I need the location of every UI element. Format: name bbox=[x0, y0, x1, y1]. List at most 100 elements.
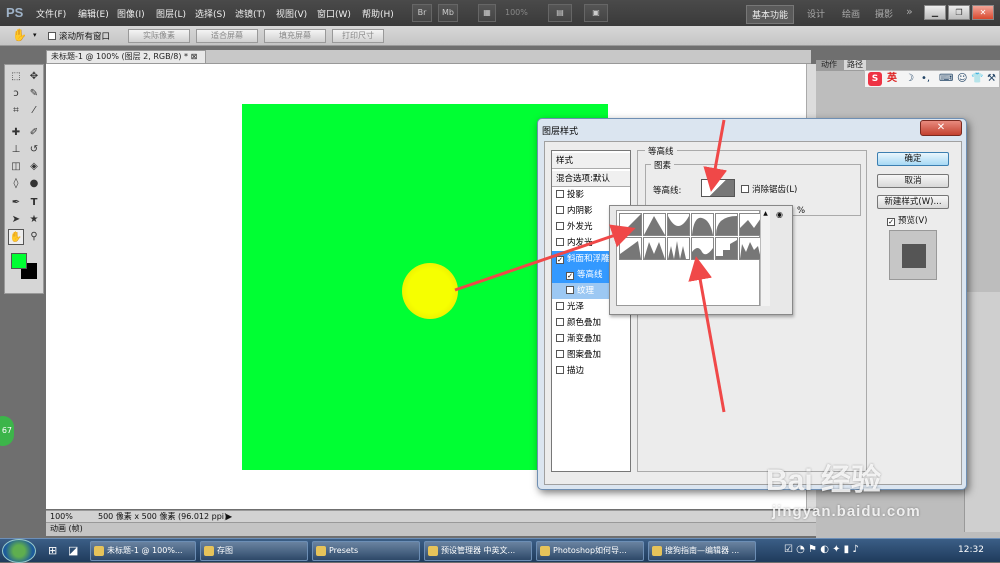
checkbox-icon[interactable] bbox=[556, 302, 564, 310]
menu-edit[interactable]: 编辑(E) bbox=[78, 7, 109, 20]
minimize-icon[interactable]: ▁ bbox=[924, 5, 946, 20]
arrange-docs-icon[interactable]: ▤ bbox=[548, 4, 572, 22]
contour-deep-icon[interactable] bbox=[691, 213, 714, 236]
eyedropper-icon[interactable]: ⁄ bbox=[26, 103, 42, 119]
play-icon[interactable]: ▶ bbox=[226, 511, 232, 522]
document-tab[interactable]: 未标题-1 @ 100% (图层 2, RGB/8) * ⊠ bbox=[46, 50, 206, 64]
style-item-color-overlay[interactable]: 颜色叠加 bbox=[552, 315, 630, 331]
blur-tool-icon[interactable]: ◊ bbox=[8, 176, 24, 192]
close-icon[interactable]: ✕ bbox=[972, 5, 994, 20]
taskbar-item-photoshop[interactable]: 未标题-1 @ 100%... bbox=[90, 541, 196, 561]
hand-tool-icon[interactable]: ✋ bbox=[8, 229, 24, 245]
contour-steps-icon[interactable] bbox=[715, 237, 738, 260]
checkbox-checked-icon[interactable]: ✓ bbox=[556, 256, 564, 264]
workspace-basic[interactable]: 基本功能 bbox=[746, 5, 795, 24]
contour-cove-icon[interactable] bbox=[667, 213, 690, 236]
style-item-drop-shadow[interactable]: 投影 bbox=[552, 187, 630, 203]
chevron-down-icon[interactable]: ▾ bbox=[33, 31, 37, 39]
checkbox-icon[interactable] bbox=[556, 222, 564, 230]
taskbar-item-editor[interactable]: 搜狗指南—编辑器 ... bbox=[648, 541, 756, 561]
checkbox-icon[interactable] bbox=[556, 334, 564, 342]
menu-image[interactable]: 图像(I) bbox=[117, 7, 145, 20]
dodge-tool-icon[interactable]: ● bbox=[26, 176, 42, 192]
bridge-icon[interactable]: Br bbox=[412, 4, 432, 22]
checkbox-checked-icon[interactable]: ✓ bbox=[566, 272, 574, 280]
taskbar-item-browser[interactable]: Photoshop如何导... bbox=[536, 541, 644, 561]
type-tool-icon[interactable]: T bbox=[26, 195, 42, 211]
status-zoom[interactable]: 100% bbox=[50, 511, 73, 522]
healing-brush-icon[interactable]: ✚ bbox=[8, 125, 24, 141]
checkbox-icon[interactable] bbox=[566, 286, 574, 294]
checkbox-icon[interactable] bbox=[741, 185, 749, 193]
menu-help[interactable]: 帮助(H) bbox=[362, 7, 394, 20]
blend-options-item[interactable]: 混合选项:默认 bbox=[552, 171, 630, 187]
menu-window[interactable]: 窗口(W) bbox=[317, 7, 351, 20]
workspace-more[interactable]: » bbox=[901, 3, 918, 20]
workspace-photo[interactable]: 摄影 bbox=[870, 5, 898, 22]
anti-alias-checkbox[interactable]: 消除锯齿(L) bbox=[741, 183, 797, 195]
history-brush-icon[interactable]: ↺ bbox=[26, 142, 42, 158]
moon-icon[interactable]: ☽ bbox=[905, 71, 914, 87]
path-select-icon[interactable]: ➤ bbox=[8, 212, 24, 228]
foreground-color-swatch[interactable] bbox=[11, 253, 27, 269]
close-icon[interactable]: ✕ bbox=[920, 120, 962, 136]
taskbar-item-preset-manager[interactable]: 预设管理器 中英文... bbox=[424, 541, 532, 561]
taskbar-item-presets[interactable]: Presets bbox=[312, 541, 420, 561]
contour-ring-icon[interactable] bbox=[619, 237, 642, 260]
mini-bridge-icon[interactable]: Mb bbox=[438, 4, 458, 22]
menu-file[interactable]: 文件(F) bbox=[36, 7, 66, 20]
print-size-button[interactable]: 打印尺寸 bbox=[332, 29, 384, 43]
menu-select[interactable]: 选择(S) bbox=[195, 7, 226, 20]
ok-button[interactable]: 确定 bbox=[877, 152, 949, 166]
marquee-tool-icon[interactable]: ⬚ bbox=[8, 69, 24, 85]
tray-icons[interactable]: ☑ ◔ ⚑ ◐ ✦ ▮ ♪ bbox=[784, 544, 859, 555]
checkbox-icon[interactable] bbox=[556, 190, 564, 198]
quicklaunch-icon[interactable]: ◪ bbox=[68, 544, 78, 557]
contour-sawtooth-icon[interactable] bbox=[667, 237, 690, 260]
brush-tool-icon[interactable]: ✐ bbox=[26, 125, 42, 141]
crop-tool-icon[interactable]: ⌗ bbox=[8, 103, 24, 119]
floating-badge[interactable]: 67 bbox=[0, 416, 14, 446]
checkbox-icon[interactable] bbox=[556, 350, 564, 358]
system-clock[interactable]: 12:32 bbox=[958, 545, 984, 555]
workspace-paint[interactable]: 绘画 bbox=[837, 5, 865, 22]
fit-screen-button[interactable]: 适合屏幕 bbox=[196, 29, 258, 43]
zoom-level[interactable]: 100% bbox=[505, 8, 528, 17]
skin-icon[interactable]: 👕 bbox=[971, 71, 983, 87]
picker-scrollbar[interactable]: ▲ bbox=[760, 210, 770, 306]
contour-shallow-icon[interactable] bbox=[739, 213, 762, 236]
new-style-button[interactable]: 新建样式(W)... bbox=[877, 195, 949, 209]
fill-screen-button[interactable]: 填充屏幕 bbox=[264, 29, 326, 43]
scroll-all-windows[interactable]: 滚动所有窗口 bbox=[48, 30, 110, 42]
restore-icon[interactable]: ❐ bbox=[948, 5, 970, 20]
actual-pixels-button[interactable]: 实际像素 bbox=[128, 29, 190, 43]
style-item-pattern-overlay[interactable]: 图案叠加 bbox=[552, 347, 630, 363]
style-item-gradient-overlay[interactable]: 渐变叠加 bbox=[552, 331, 630, 347]
paint-bucket-icon[interactable]: ◈ bbox=[26, 159, 42, 175]
screen-mode-icon[interactable]: ▣ bbox=[584, 4, 608, 22]
tab-paths[interactable]: 路径 bbox=[844, 60, 866, 70]
checkbox-checked-icon[interactable]: ✓ bbox=[887, 218, 895, 226]
contour-picker-button[interactable] bbox=[701, 179, 735, 197]
quick-select-icon[interactable]: ✎ bbox=[26, 86, 42, 102]
menu-view[interactable]: 视图(V) bbox=[276, 7, 307, 20]
keyboard-icon[interactable]: ⌨ bbox=[939, 71, 953, 87]
ime-language[interactable]: 英 bbox=[887, 71, 897, 87]
menu-layer[interactable]: 图层(L) bbox=[156, 7, 186, 20]
menu-filter[interactable]: 滤镜(T) bbox=[235, 7, 266, 20]
checkbox-icon[interactable] bbox=[556, 206, 564, 214]
workspace-design[interactable]: 设计 bbox=[802, 5, 830, 22]
contour-half-round-icon[interactable] bbox=[715, 213, 738, 236]
eraser-icon[interactable]: ◫ bbox=[8, 159, 24, 175]
lasso-tool-icon[interactable]: ↄ bbox=[8, 86, 24, 102]
cancel-button[interactable]: 取消 bbox=[877, 174, 949, 188]
windows-icon[interactable]: ⊞ bbox=[48, 544, 57, 557]
tab-actions[interactable]: 动作 bbox=[818, 60, 840, 70]
pen-tool-icon[interactable]: ✒ bbox=[8, 195, 24, 211]
checkbox-icon[interactable] bbox=[556, 366, 564, 374]
contour-linear-icon[interactable] bbox=[619, 213, 642, 236]
checkbox-icon[interactable] bbox=[556, 238, 564, 246]
animation-panel-tab[interactable]: 动画 (帧) bbox=[46, 522, 816, 536]
styles-header[interactable]: 样式 bbox=[552, 153, 630, 169]
taskbar-item-folder[interactable]: 存图 bbox=[200, 541, 308, 561]
